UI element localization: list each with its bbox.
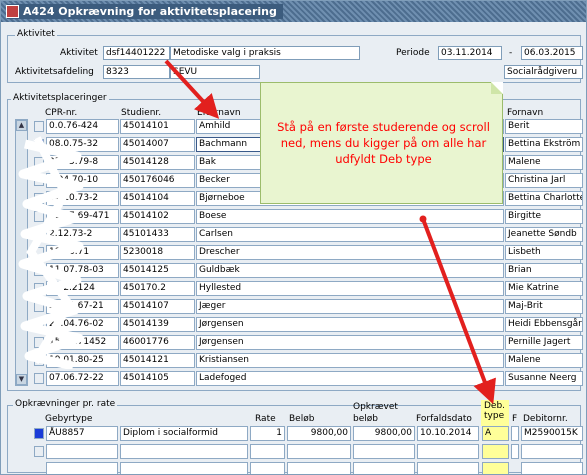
forfaldsdato-cell[interactable] xyxy=(417,444,479,459)
header-deb-bottom: type xyxy=(484,411,505,421)
cpr-cell[interactable]: 07.06.72-22 xyxy=(46,371,119,386)
header-deb-top: Deb. xyxy=(484,401,506,411)
studienr-cell[interactable]: 45014107 xyxy=(120,299,195,314)
header-deb-type: Deb. type xyxy=(481,400,509,426)
rate-cell[interactable] xyxy=(250,444,285,459)
studienr-cell[interactable]: 45014121 xyxy=(120,353,195,368)
callout-text: Stå på en første studerende og scroll ne… xyxy=(277,120,490,166)
fornavn-cell[interactable]: Susanne Neerg xyxy=(505,371,583,386)
beloeb-cell[interactable] xyxy=(287,462,351,474)
opkraevet-cell[interactable] xyxy=(353,444,415,459)
f-cell[interactable] xyxy=(511,426,519,441)
gebyrtype-cell[interactable]: ÅU8857 xyxy=(46,426,118,441)
fornavn-cell[interactable]: Lisbeth xyxy=(505,245,583,260)
header-opkraevet-top: Opkrævet xyxy=(353,402,398,412)
gebyrtype-cell[interactable] xyxy=(46,444,118,459)
debitornr-cell[interactable] xyxy=(521,462,583,474)
efternavn-cell[interactable]: Hyllested xyxy=(196,281,504,296)
fornavn-cell[interactable]: Bettina Charlotte xyxy=(505,191,583,206)
studienr-cell[interactable]: 45014007 xyxy=(120,137,195,152)
opkraevet-cell[interactable] xyxy=(353,462,415,474)
header-forfaldsdato: Forfaldsdato xyxy=(416,414,472,424)
studienr-cell[interactable]: 45014125 xyxy=(120,263,195,278)
forfaldsdato-cell[interactable]: 10.10.2014 xyxy=(417,426,479,441)
studienr-cell[interactable]: 450170.2 xyxy=(120,281,195,296)
deb-type-cell[interactable]: A xyxy=(482,426,509,441)
header-opkraevet-bottom: beløb xyxy=(353,414,378,424)
row-marker-active[interactable] xyxy=(34,428,44,439)
efternavn-cell[interactable]: Carlsen xyxy=(196,227,504,242)
efternavn-cell[interactable]: Jørgensen xyxy=(196,317,504,332)
fornavn-cell[interactable]: Malene xyxy=(505,155,583,170)
studienr-cell[interactable]: 46001776 xyxy=(120,335,195,350)
efternavn-cell[interactable]: Jæger xyxy=(196,299,504,314)
description-cell[interactable]: Diplom i socialformid xyxy=(120,426,248,441)
row-marker[interactable] xyxy=(34,121,44,132)
redaction-scribble xyxy=(18,136,84,369)
fornavn-cell[interactable]: Christina Jarl xyxy=(505,173,583,188)
opkraevet-cell[interactable]: 9800,00 xyxy=(353,426,415,441)
callout-fold xyxy=(491,82,503,94)
deb-type-cell[interactable] xyxy=(482,444,509,459)
fornavn-cell[interactable]: Pernille Jagert xyxy=(505,335,583,350)
efternavn-cell[interactable]: Boese xyxy=(196,209,504,224)
beloeb-cell[interactable]: 9800,00 xyxy=(287,426,351,441)
header-rate: Rate xyxy=(255,414,276,424)
description-cell[interactable] xyxy=(120,444,248,459)
studienr-cell[interactable]: 45014102 xyxy=(120,209,195,224)
efternavn-cell[interactable]: Drescher xyxy=(196,245,504,260)
fornavn-cell[interactable]: Malene xyxy=(505,353,583,368)
studienr-cell[interactable]: 45014139 xyxy=(120,317,195,332)
scroll-down-button[interactable]: ▼ xyxy=(16,374,27,385)
f-cell[interactable] xyxy=(511,444,519,459)
header-gebyrtype: Gebyrtype xyxy=(45,414,93,424)
fornavn-cell[interactable]: Bettina Ekström xyxy=(505,137,583,152)
efternavn-cell[interactable]: Jørgensen xyxy=(196,335,504,350)
opkraevning-legend: Opkrævninger pr. rate xyxy=(13,399,118,409)
fornavn-cell[interactable]: Jeanette Søndb xyxy=(505,227,583,242)
studienr-cell[interactable]: 5230018 xyxy=(120,245,195,260)
studienr-cell[interactable]: 450176046 xyxy=(120,173,195,188)
studienr-cell[interactable]: 45014128 xyxy=(120,155,195,170)
fornavn-cell[interactable]: Mie Katrine xyxy=(505,281,583,296)
header-f: F xyxy=(512,414,518,424)
rate-cell[interactable]: 1 xyxy=(250,426,285,441)
header-debitornr: Debitornr. xyxy=(523,414,568,424)
studienr-cell[interactable]: 45014105 xyxy=(120,371,195,386)
instruction-callout: Stå på en første studerende og scroll ne… xyxy=(260,82,503,204)
forfaldsdato-cell[interactable] xyxy=(417,462,479,474)
beloeb-cell[interactable] xyxy=(287,444,351,459)
efternavn-cell[interactable]: Ladefoged xyxy=(196,371,504,386)
efternavn-cell[interactable]: Guldbæk xyxy=(196,263,504,278)
fornavn-cell[interactable]: Brian xyxy=(505,263,583,278)
app-window: A424 Opkrævning for aktivitetsplacering … xyxy=(0,0,587,475)
header-beloeb: Beløb xyxy=(289,414,315,424)
fornavn-cell[interactable]: Heidi Ebbensgår xyxy=(505,317,583,332)
scroll-up-button[interactable]: ▲ xyxy=(16,120,27,131)
cpr-cell[interactable]: 0.0.76-424 xyxy=(46,119,119,134)
description-cell[interactable] xyxy=(120,462,248,474)
efternavn-cell[interactable]: Kristiansen xyxy=(196,353,504,368)
studienr-cell[interactable]: 45014101 xyxy=(120,119,195,134)
fornavn-cell[interactable]: Berit xyxy=(505,119,583,134)
row-marker[interactable] xyxy=(34,446,44,457)
row-marker[interactable] xyxy=(34,373,44,384)
deb-type-cell[interactable] xyxy=(482,462,509,474)
gebyrtype-cell[interactable] xyxy=(46,462,118,474)
fornavn-cell[interactable]: Birgitte xyxy=(505,209,583,224)
debitornr-cell[interactable] xyxy=(521,444,583,459)
rate-cell[interactable] xyxy=(250,462,285,474)
studienr-cell[interactable]: 45014104 xyxy=(120,191,195,206)
studienr-cell[interactable]: 45101433 xyxy=(120,227,195,242)
fornavn-cell[interactable]: Maj-Brit xyxy=(505,299,583,314)
debitornr-cell[interactable]: M2590015K xyxy=(521,426,583,441)
